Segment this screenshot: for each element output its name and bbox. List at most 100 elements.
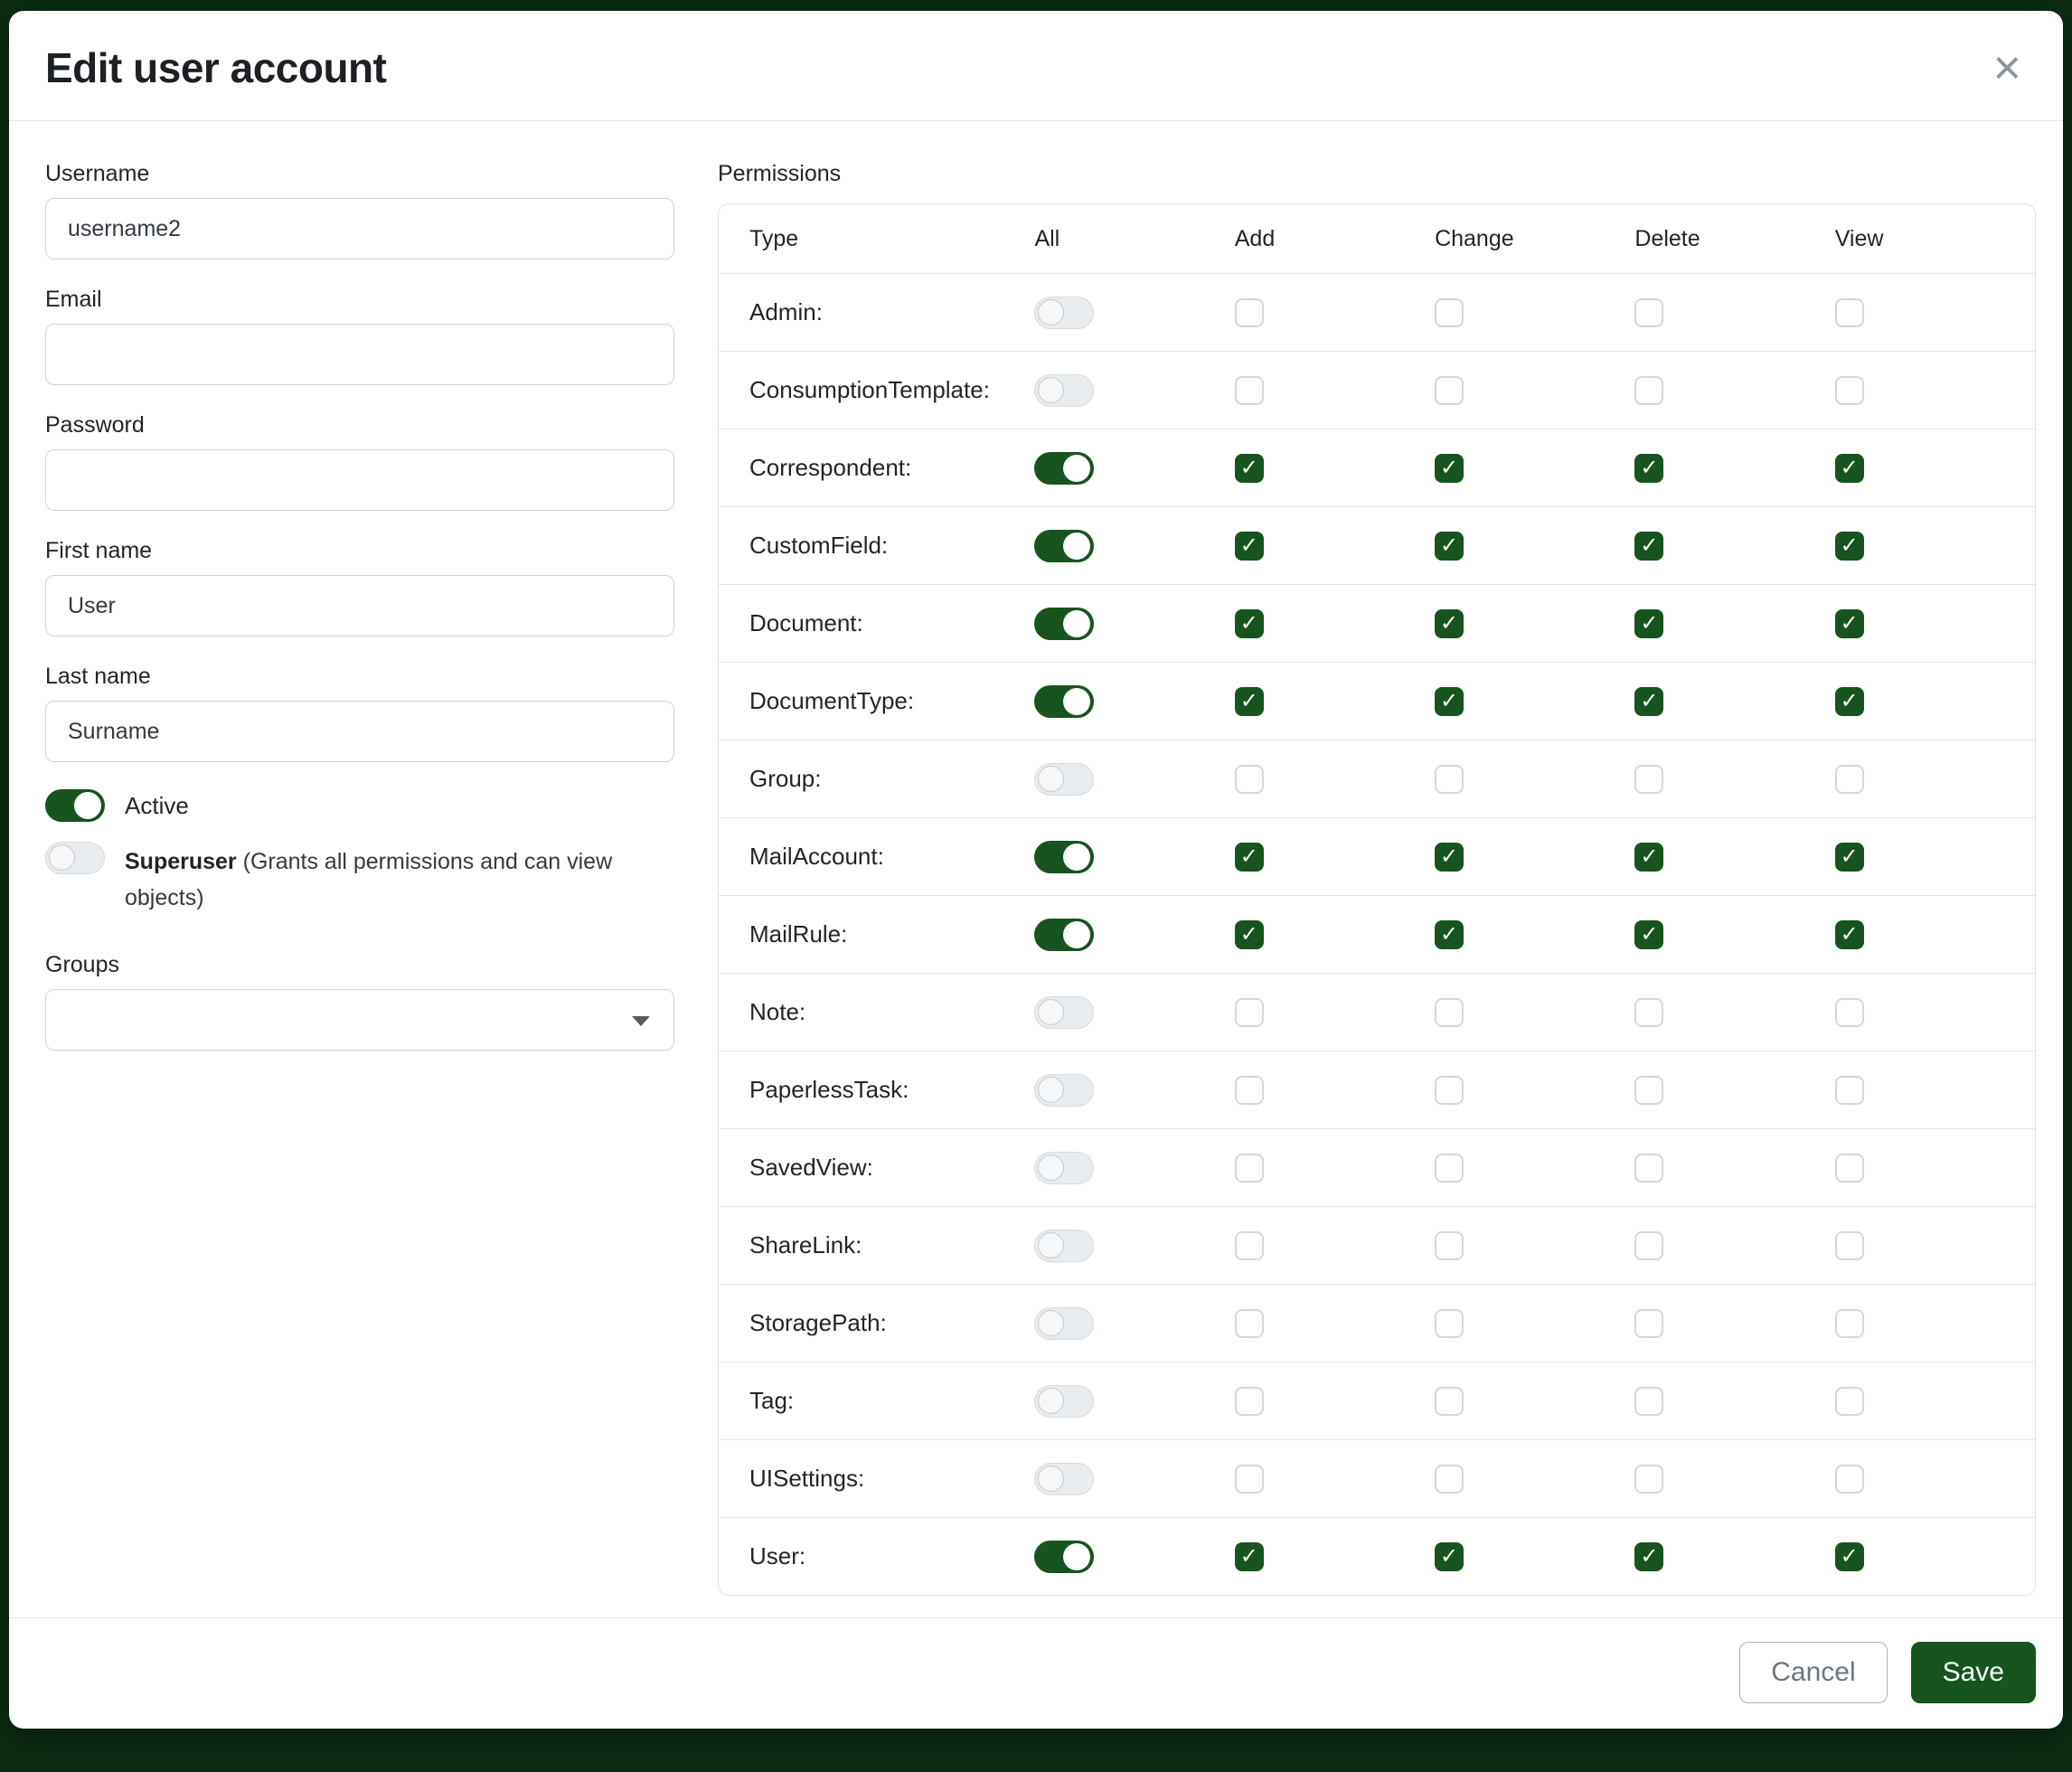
permission-change-checkbox[interactable] [1435, 609, 1464, 638]
permission-change-checkbox[interactable] [1435, 687, 1464, 716]
permission-add-checkbox[interactable] [1235, 1387, 1264, 1416]
permission-add-checkbox[interactable] [1235, 1076, 1264, 1105]
permission-all-toggle[interactable] [1034, 452, 1094, 485]
permission-change-checkbox[interactable] [1435, 1231, 1464, 1260]
permission-change-checkbox[interactable] [1435, 454, 1464, 483]
permission-add-checkbox[interactable] [1235, 1465, 1264, 1494]
close-button[interactable]: × [1987, 43, 2027, 93]
permission-all-toggle[interactable] [1034, 685, 1094, 718]
last-name-input[interactable] [45, 701, 674, 762]
permission-row: Admin: [719, 273, 2035, 351]
permission-change-checkbox[interactable] [1435, 920, 1464, 949]
permission-all-toggle[interactable] [1034, 841, 1094, 873]
permission-delete-checkbox[interactable] [1634, 1542, 1663, 1571]
permission-all-toggle[interactable] [1034, 374, 1094, 407]
permission-view-checkbox[interactable] [1835, 1154, 1864, 1183]
permission-all-toggle[interactable] [1034, 1307, 1094, 1340]
permission-add-checkbox[interactable] [1235, 687, 1264, 716]
permission-change-checkbox[interactable] [1435, 998, 1464, 1027]
username-input[interactable] [45, 198, 674, 259]
permission-all-toggle[interactable] [1034, 1074, 1094, 1107]
permission-change-checkbox[interactable] [1435, 1076, 1464, 1105]
permission-delete-checkbox[interactable] [1634, 998, 1663, 1027]
permission-change-checkbox[interactable] [1435, 376, 1464, 405]
permission-all-toggle[interactable] [1034, 608, 1094, 640]
permission-delete-checkbox[interactable] [1634, 843, 1663, 872]
permission-delete-checkbox[interactable] [1634, 920, 1663, 949]
permission-add-checkbox[interactable] [1235, 376, 1264, 405]
permission-all-toggle[interactable] [1034, 297, 1094, 329]
permission-change-checkbox[interactable] [1435, 1154, 1464, 1183]
permission-all-toggle[interactable] [1034, 1463, 1094, 1495]
permission-view-checkbox[interactable] [1835, 1231, 1864, 1260]
permission-view-checkbox[interactable] [1835, 376, 1864, 405]
permission-change-checkbox[interactable] [1435, 843, 1464, 872]
permission-all-toggle[interactable] [1034, 1385, 1094, 1418]
permission-change-checkbox[interactable] [1435, 298, 1464, 327]
permission-add-checkbox[interactable] [1235, 765, 1264, 794]
permission-add-checkbox[interactable] [1235, 1231, 1264, 1260]
permission-change-checkbox[interactable] [1435, 532, 1464, 561]
permission-delete-checkbox[interactable] [1634, 454, 1663, 483]
permission-change-checkbox[interactable] [1435, 1309, 1464, 1338]
permission-all-toggle[interactable] [1034, 530, 1094, 562]
permission-delete-checkbox[interactable] [1634, 532, 1663, 561]
active-toggle[interactable] [45, 789, 105, 822]
permission-add-checkbox[interactable] [1235, 920, 1264, 949]
permission-view-checkbox[interactable] [1835, 532, 1864, 561]
permission-view-checkbox[interactable] [1835, 1387, 1864, 1416]
permission-delete-checkbox[interactable] [1634, 1154, 1663, 1183]
permission-row: Document: [719, 584, 2035, 662]
permission-delete-checkbox[interactable] [1634, 609, 1663, 638]
permission-change-checkbox[interactable] [1435, 1542, 1464, 1571]
password-input[interactable] [45, 449, 674, 511]
permission-view-checkbox[interactable] [1835, 920, 1864, 949]
permission-view-checkbox[interactable] [1835, 998, 1864, 1027]
permission-add-checkbox[interactable] [1235, 998, 1264, 1027]
permission-delete-checkbox[interactable] [1634, 1387, 1663, 1416]
permission-delete-checkbox[interactable] [1634, 298, 1663, 327]
permission-all-toggle[interactable] [1034, 1152, 1094, 1184]
permission-view-checkbox[interactable] [1835, 1465, 1864, 1494]
permission-change-checkbox[interactable] [1435, 1387, 1464, 1416]
permission-delete-checkbox[interactable] [1634, 1309, 1663, 1338]
permission-view-checkbox[interactable] [1835, 1076, 1864, 1105]
superuser-toggle[interactable] [45, 842, 105, 874]
permission-all-toggle[interactable] [1034, 919, 1094, 951]
permission-view-checkbox[interactable] [1835, 1542, 1864, 1571]
first-name-input[interactable] [45, 575, 674, 636]
permission-add-checkbox[interactable] [1235, 843, 1264, 872]
permission-view-checkbox[interactable] [1835, 609, 1864, 638]
groups-select[interactable] [45, 989, 674, 1051]
permission-view-checkbox[interactable] [1835, 454, 1864, 483]
permission-all-toggle[interactable] [1034, 1541, 1094, 1573]
permission-row: MailRule: [719, 895, 2035, 973]
permission-add-checkbox[interactable] [1235, 1154, 1264, 1183]
permission-view-checkbox[interactable] [1835, 298, 1864, 327]
email-input[interactable] [45, 324, 674, 385]
permission-delete-checkbox[interactable] [1634, 687, 1663, 716]
permission-all-toggle[interactable] [1034, 996, 1094, 1029]
permission-all-toggle[interactable] [1034, 1230, 1094, 1262]
permission-view-checkbox[interactable] [1835, 1309, 1864, 1338]
permission-delete-checkbox[interactable] [1634, 376, 1663, 405]
permission-view-checkbox[interactable] [1835, 765, 1864, 794]
permission-delete-checkbox[interactable] [1634, 1076, 1663, 1105]
permission-change-checkbox[interactable] [1435, 1465, 1464, 1494]
cancel-button[interactable]: Cancel [1739, 1642, 1887, 1703]
permission-add-checkbox[interactable] [1235, 1542, 1264, 1571]
permission-all-toggle[interactable] [1034, 763, 1094, 796]
permission-add-checkbox[interactable] [1235, 454, 1264, 483]
permission-delete-checkbox[interactable] [1634, 1465, 1663, 1494]
save-button[interactable]: Save [1911, 1642, 2036, 1703]
permission-add-checkbox[interactable] [1235, 609, 1264, 638]
permission-delete-checkbox[interactable] [1634, 1231, 1663, 1260]
permission-add-checkbox[interactable] [1235, 1309, 1264, 1338]
permission-delete-checkbox[interactable] [1634, 765, 1663, 794]
permission-add-checkbox[interactable] [1235, 532, 1264, 561]
password-group: Password [45, 412, 674, 511]
permission-view-checkbox[interactable] [1835, 843, 1864, 872]
permission-add-checkbox[interactable] [1235, 298, 1264, 327]
permission-view-checkbox[interactable] [1835, 687, 1864, 716]
permission-change-checkbox[interactable] [1435, 765, 1464, 794]
